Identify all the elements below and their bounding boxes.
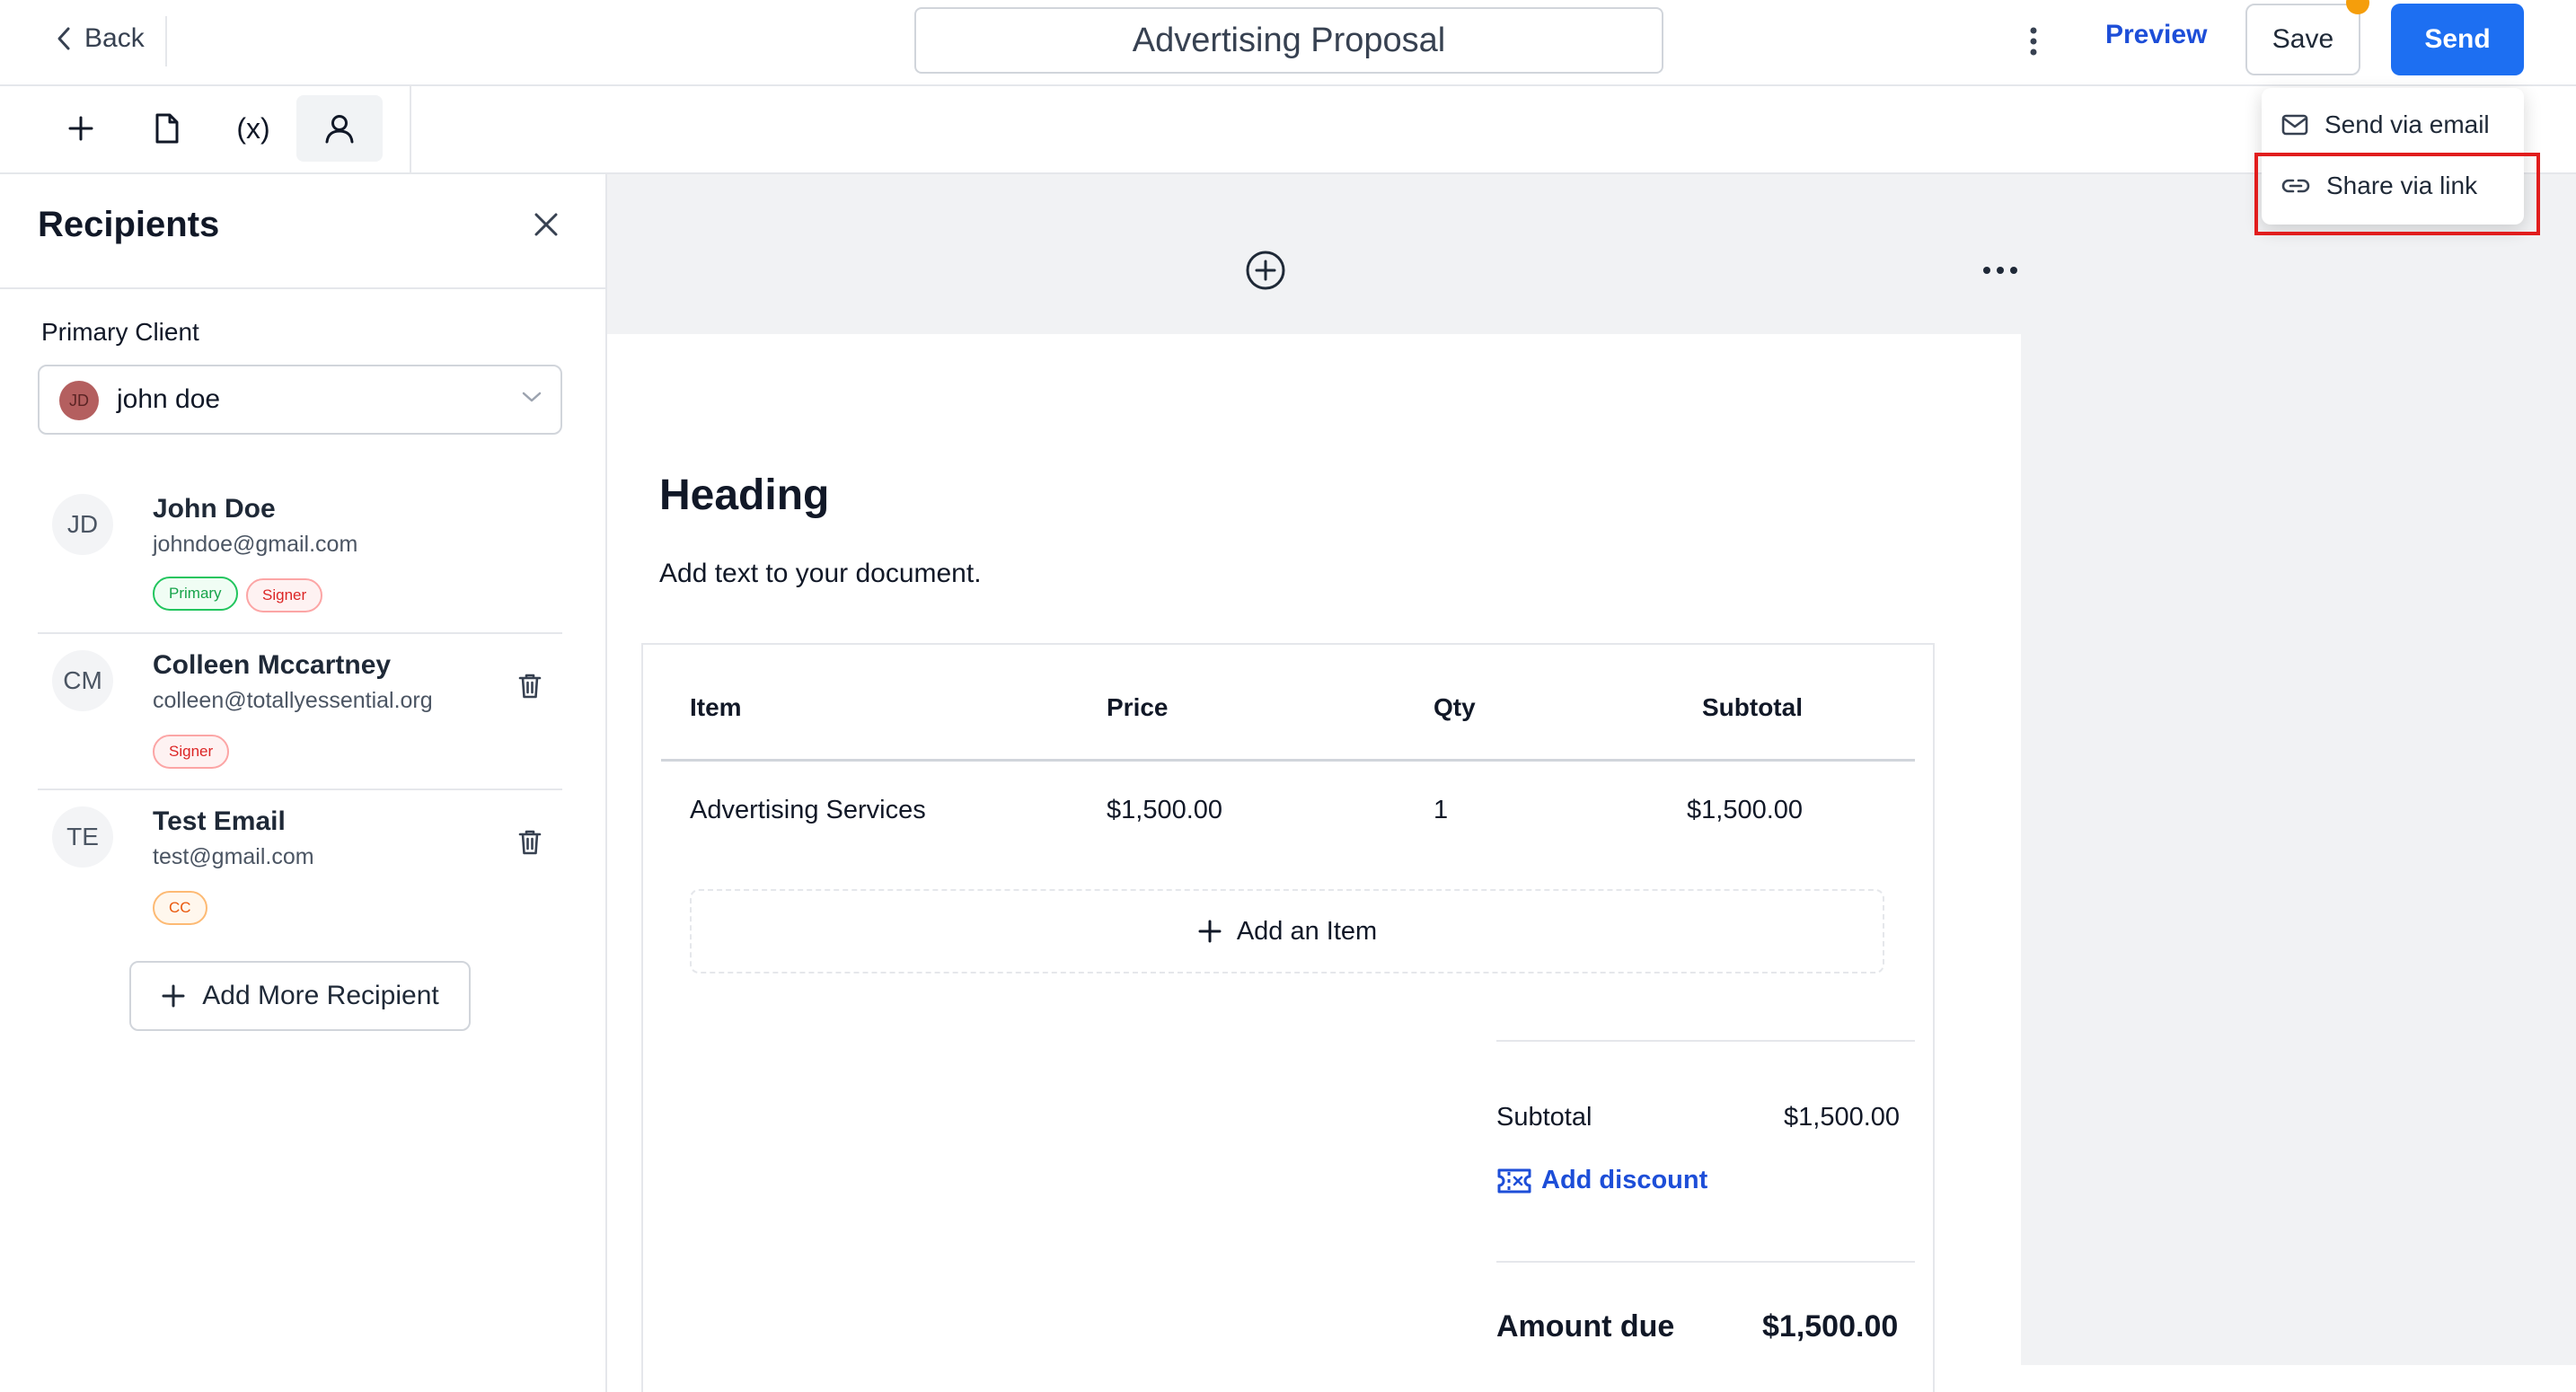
column-header-qty: Qty: [1434, 693, 1476, 721]
close-icon[interactable]: [526, 205, 566, 244]
selected-client-name: john doe: [117, 384, 221, 414]
add-block-icon[interactable]: [1245, 250, 1286, 291]
document-body-text[interactable]: Add text to your document.: [659, 559, 982, 589]
back-button[interactable]: Back: [56, 16, 145, 61]
avatar: CM: [52, 650, 113, 711]
cc-badge: CC: [153, 891, 207, 925]
add-more-recipient-button[interactable]: Add More Recipient: [129, 961, 471, 1031]
trash-icon[interactable]: [512, 668, 548, 704]
column-header-price: Price: [1107, 693, 1169, 721]
menu-item-send-via-email[interactable]: Send via email: [2262, 95, 2524, 154]
column-header-item: Item: [690, 693, 742, 721]
chevron-left-icon: [56, 26, 72, 51]
variable-icon: (x): [236, 111, 270, 145]
subtotal-value: $1,500.00: [1784, 1103, 1901, 1132]
divider: [1496, 1261, 1915, 1263]
plus-icon: [67, 115, 94, 142]
amount-due-value: $1,500.00: [1762, 1309, 1899, 1344]
divider: [410, 86, 411, 172]
add-item-label: Add an Item: [1236, 916, 1378, 946]
recipient-name: John Doe: [153, 494, 276, 524]
file-icon: [154, 112, 181, 145]
recipient-item[interactable]: JD John Doe johndoe@gmail.com Primary Si…: [38, 485, 562, 629]
table-cell-price[interactable]: $1,500.00: [1107, 796, 1222, 825]
add-more-recipient-label: Add More Recipient: [202, 981, 439, 1010]
document-heading[interactable]: Heading: [659, 471, 829, 520]
primary-client-select[interactable]: JD john doe: [38, 365, 562, 435]
trash-icon[interactable]: [512, 824, 548, 860]
panel-title: Recipients: [38, 205, 220, 244]
recipient-item[interactable]: CM Colleen Mccartney colleen@totallyesse…: [38, 641, 562, 785]
menu-item-label: Send via email: [2325, 110, 2490, 138]
column-header-subtotal: Subtotal: [1702, 693, 1803, 721]
avatar: JD: [59, 381, 99, 420]
back-label: Back: [84, 23, 145, 53]
recipient-email: johndoe@gmail.com: [153, 532, 358, 557]
divider: [0, 287, 605, 289]
more-options-icon[interactable]: [2017, 22, 2050, 61]
primary-client-label: Primary Client: [41, 318, 199, 346]
user-icon: [324, 113, 355, 144]
document-button[interactable]: [124, 95, 210, 162]
highlight-box: [2254, 153, 2540, 235]
add-item-button[interactable]: Add an Item: [690, 889, 1884, 974]
mail-icon: [2281, 114, 2308, 136]
document-title-input[interactable]: Advertising Proposal: [914, 7, 1663, 74]
avatar: TE: [52, 806, 113, 868]
divider: [1496, 1040, 1915, 1042]
recipient-email: test@gmail.com: [153, 844, 314, 869]
ticket-icon: [1496, 1167, 1532, 1195]
variables-button[interactable]: (x): [210, 95, 296, 162]
primary-badge: Primary: [153, 577, 238, 611]
table-cell-subtotal: $1,500.00: [1687, 796, 1804, 824]
avatar: JD: [52, 494, 113, 555]
add-content-button[interactable]: [38, 95, 124, 162]
add-discount-button[interactable]: Add discount: [1496, 1166, 1707, 1195]
recipient-email: colleen@totallyessential.org: [153, 688, 433, 713]
table-cell-qty[interactable]: 1: [1434, 796, 1448, 825]
add-discount-label: Add discount: [1541, 1166, 1708, 1194]
amount-due-label: Amount due: [1496, 1309, 1675, 1344]
signer-badge: Signer: [153, 735, 230, 769]
divider: [38, 632, 562, 634]
recipient-name: Test Email: [153, 806, 286, 836]
divider: [165, 16, 167, 66]
recipients-button[interactable]: [296, 95, 383, 162]
recipient-name: Colleen Mccartney: [153, 650, 392, 680]
chevron-down-icon: [521, 390, 543, 404]
subtotal-label: Subtotal: [1496, 1103, 1592, 1132]
plus-icon: [1197, 919, 1222, 944]
table-cell-item[interactable]: Advertising Services: [690, 796, 926, 825]
signer-badge: Signer: [246, 578, 323, 612]
preview-button[interactable]: Preview: [2105, 20, 2207, 50]
save-button[interactable]: Save: [2245, 4, 2360, 75]
table-header-divider: [661, 759, 1915, 762]
pricing-table: [641, 643, 1935, 1392]
send-button[interactable]: Send: [2391, 4, 2524, 75]
editor-toolbar: [0, 86, 2576, 174]
block-options-icon[interactable]: [1980, 257, 2021, 284]
recipient-item[interactable]: TE Test Email test@gmail.com CC: [38, 797, 562, 941]
divider: [38, 789, 562, 790]
plus-icon: [161, 983, 186, 1009]
